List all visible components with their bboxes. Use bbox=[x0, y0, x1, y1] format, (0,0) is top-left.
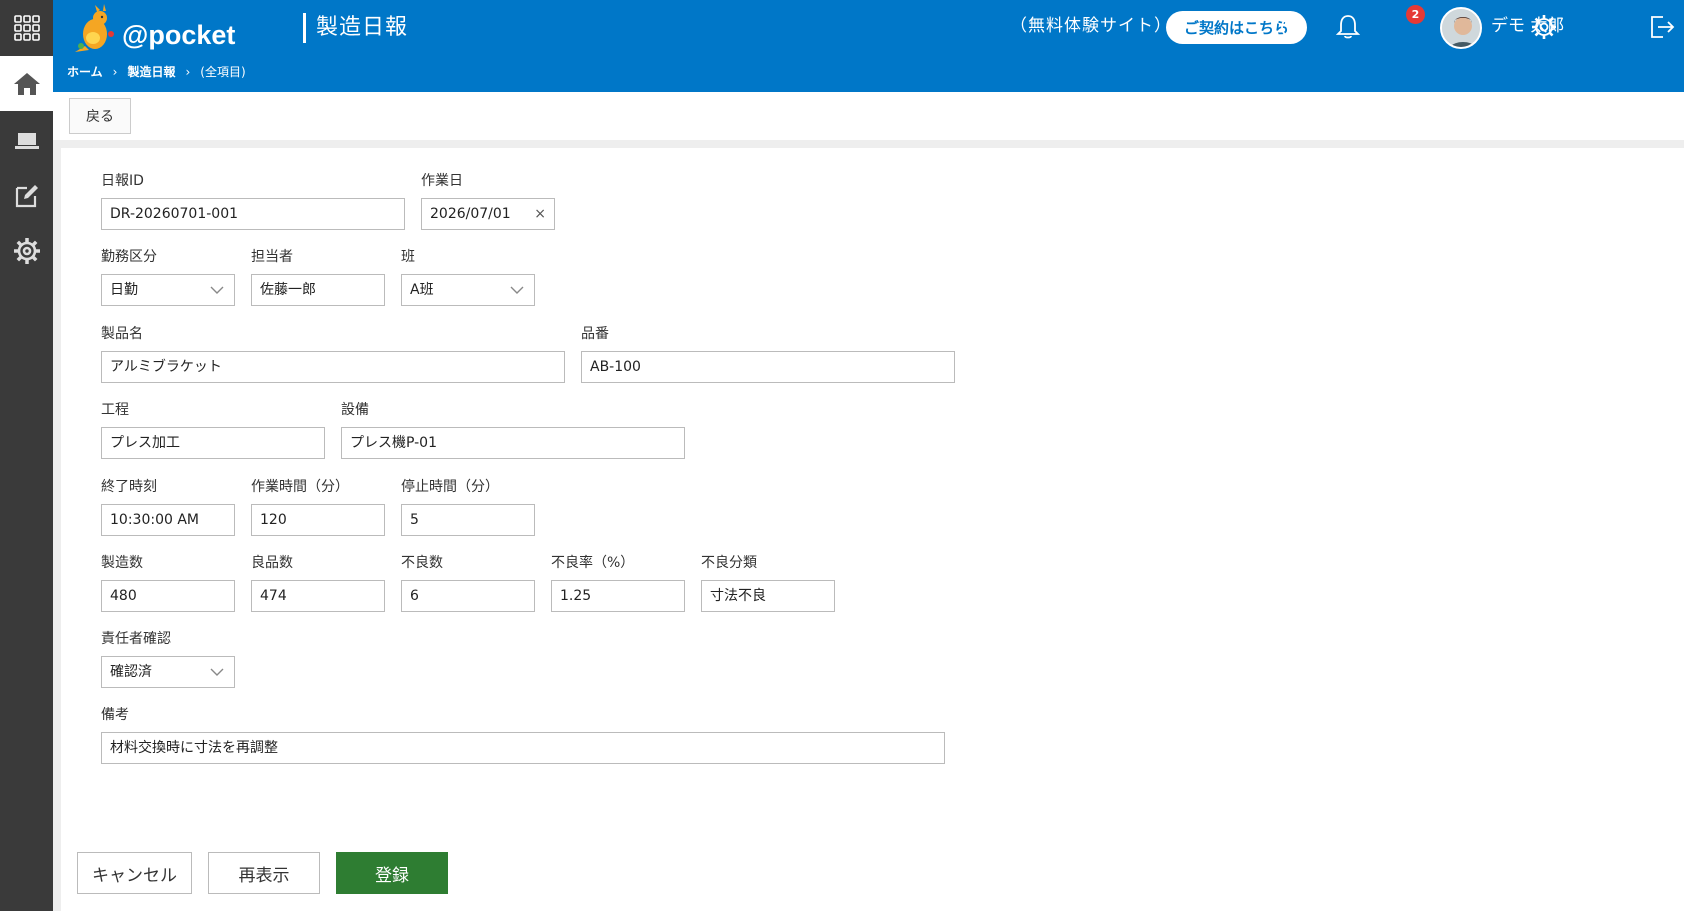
form-card: 日報ID DR-20260701-001 作業日 2026/07/01 × 勤務… bbox=[61, 148, 1684, 911]
logout-icon[interactable] bbox=[1645, 10, 1679, 44]
field-label: 作業日 bbox=[421, 173, 463, 189]
field-label: 停止時間（分） bbox=[401, 479, 499, 495]
field-good: 良品数 474 bbox=[251, 554, 385, 612]
sidebar-item-home[interactable] bbox=[0, 56, 53, 111]
apps-grid-icon[interactable] bbox=[0, 0, 53, 55]
field-label: 不良分類 bbox=[701, 555, 757, 571]
shift-type-select[interactable]: 日勤 bbox=[101, 274, 235, 306]
report-id-input[interactable]: DR-20260701-001 bbox=[101, 198, 405, 230]
end-time-input[interactable]: 10:30:00 AM bbox=[101, 504, 235, 536]
field-label: 備考 bbox=[101, 707, 129, 723]
page-title-wrap: 製造日報 bbox=[303, 13, 408, 43]
field-defect-category: 不良分類 寸法不良 bbox=[701, 554, 835, 612]
register-button[interactable]: 登録 bbox=[336, 852, 448, 894]
trial-site-label: （無料体験サイト） bbox=[1010, 16, 1172, 36]
remarks-input[interactable]: 材料交換時に寸法を再調整 bbox=[101, 732, 945, 764]
breadcrumb-current: (全項目) bbox=[200, 65, 246, 79]
notification-badge: 2 bbox=[1406, 5, 1425, 24]
field-supervisor-check: 責任者確認 確認済 bbox=[101, 630, 235, 688]
field-team: 班 A班 bbox=[401, 248, 535, 306]
chevron-down-icon bbox=[210, 286, 224, 294]
field-label: 班 bbox=[401, 249, 415, 265]
person-input[interactable]: 佐藤一郎 bbox=[251, 274, 385, 306]
sidebar-item-settings[interactable] bbox=[0, 223, 53, 278]
top-header: @pocket 製造日報 （無料体験サイト） ご契約はこちら 2 デモ 太郎 ホ… bbox=[53, 0, 1684, 92]
redisplay-button[interactable]: 再表示 bbox=[208, 852, 320, 894]
field-end-time: 終了時刻 10:30:00 AM bbox=[101, 478, 235, 536]
field-label: 品番 bbox=[581, 326, 609, 342]
team-select[interactable]: A班 bbox=[401, 274, 535, 306]
pocket-logo[interactable]: @pocket bbox=[67, 4, 247, 56]
field-label: 日報ID bbox=[101, 173, 144, 189]
header-gear-icon[interactable] bbox=[1527, 10, 1561, 44]
toolbar: 戻る bbox=[53, 92, 1684, 140]
team-value: A班 bbox=[410, 282, 434, 298]
breadcrumb-home[interactable]: ホーム bbox=[67, 63, 103, 80]
part-number-input[interactable]: AB-100 bbox=[581, 351, 955, 383]
field-label: 製品名 bbox=[101, 326, 143, 342]
supervisor-check-value: 確認済 bbox=[110, 664, 152, 680]
field-defect-rate: 不良率（%） 1.25 bbox=[551, 554, 685, 612]
chevron-down-icon bbox=[210, 668, 224, 676]
field-label: 勤務区分 bbox=[101, 249, 157, 265]
field-report-id: 日報ID DR-20260701-001 bbox=[101, 172, 405, 230]
field-label: 設備 bbox=[341, 402, 369, 418]
produced-input[interactable]: 480 bbox=[101, 580, 235, 612]
clear-date-icon[interactable]: × bbox=[534, 199, 546, 229]
field-label: 担当者 bbox=[251, 249, 293, 265]
page-title: 製造日報 bbox=[316, 15, 409, 40]
logo-text: @pocket bbox=[122, 20, 236, 50]
supervisor-check-select[interactable]: 確認済 bbox=[101, 656, 235, 688]
chevron-down-icon bbox=[510, 286, 524, 294]
field-label: 製造数 bbox=[101, 555, 143, 571]
sidebar-item-edit[interactable] bbox=[0, 168, 53, 223]
field-produced: 製造数 480 bbox=[101, 554, 235, 612]
field-label: 責任者確認 bbox=[101, 631, 171, 647]
breadcrumb-separator: › bbox=[185, 64, 191, 79]
equipment-input[interactable]: プレス機P-01 bbox=[341, 427, 685, 459]
field-label: 不良数 bbox=[401, 555, 443, 571]
field-label: 不良率（%） bbox=[551, 555, 635, 571]
product-name-input[interactable]: アルミブラケット bbox=[101, 351, 565, 383]
defect-rate-input[interactable]: 1.25 bbox=[551, 580, 685, 612]
field-label: 作業時間（分） bbox=[251, 479, 349, 495]
field-shift-type: 勤務区分 日勤 bbox=[101, 248, 235, 306]
work-date-input[interactable]: 2026/07/01 × bbox=[421, 198, 555, 230]
cancel-button[interactable]: キャンセル bbox=[77, 852, 192, 894]
breadcrumb-section[interactable]: 製造日報 bbox=[127, 63, 175, 80]
defect-input[interactable]: 6 bbox=[401, 580, 535, 612]
back-button[interactable]: 戻る bbox=[69, 98, 131, 134]
field-stop-minutes: 停止時間（分） 5 bbox=[401, 478, 535, 536]
defect-category-input[interactable]: 寸法不良 bbox=[701, 580, 835, 612]
field-work-minutes: 作業時間（分） 120 bbox=[251, 478, 385, 536]
work-minutes-input[interactable]: 120 bbox=[251, 504, 385, 536]
shift-type-value: 日勤 bbox=[110, 282, 138, 298]
field-process: 工程 プレス加工 bbox=[101, 401, 325, 459]
field-part-number: 品番 AB-100 bbox=[581, 325, 955, 383]
left-sidebar bbox=[0, 0, 53, 911]
gear-icon bbox=[13, 237, 40, 264]
field-label: 終了時刻 bbox=[101, 479, 157, 495]
breadcrumb: ホーム › 製造日報 › (全項目) bbox=[67, 63, 246, 80]
field-remarks: 備考 材料交換時に寸法を再調整 bbox=[101, 706, 945, 764]
bell-icon[interactable] bbox=[1331, 10, 1365, 44]
field-equipment: 設備 プレス機P-01 bbox=[341, 401, 685, 459]
field-label: 良品数 bbox=[251, 555, 293, 571]
field-person: 担当者 佐藤一郎 bbox=[251, 248, 385, 306]
edit-icon bbox=[15, 184, 38, 207]
home-icon bbox=[13, 72, 40, 95]
breadcrumb-separator: › bbox=[112, 64, 118, 79]
laptop-icon bbox=[14, 132, 39, 149]
work-date-value: 2026/07/01 bbox=[430, 206, 511, 222]
sidebar-item-laptop[interactable] bbox=[0, 113, 53, 168]
process-input[interactable]: プレス加工 bbox=[101, 427, 325, 459]
avatar[interactable] bbox=[1440, 7, 1482, 49]
stop-minutes-input[interactable]: 5 bbox=[401, 504, 535, 536]
field-label: 工程 bbox=[101, 402, 129, 418]
alert-icon[interactable] bbox=[1276, 10, 1310, 44]
field-defect: 不良数 6 bbox=[401, 554, 535, 612]
field-work-date: 作業日 2026/07/01 × bbox=[421, 172, 555, 230]
field-product-name: 製品名 アルミブラケット bbox=[101, 325, 565, 383]
good-input[interactable]: 474 bbox=[251, 580, 385, 612]
